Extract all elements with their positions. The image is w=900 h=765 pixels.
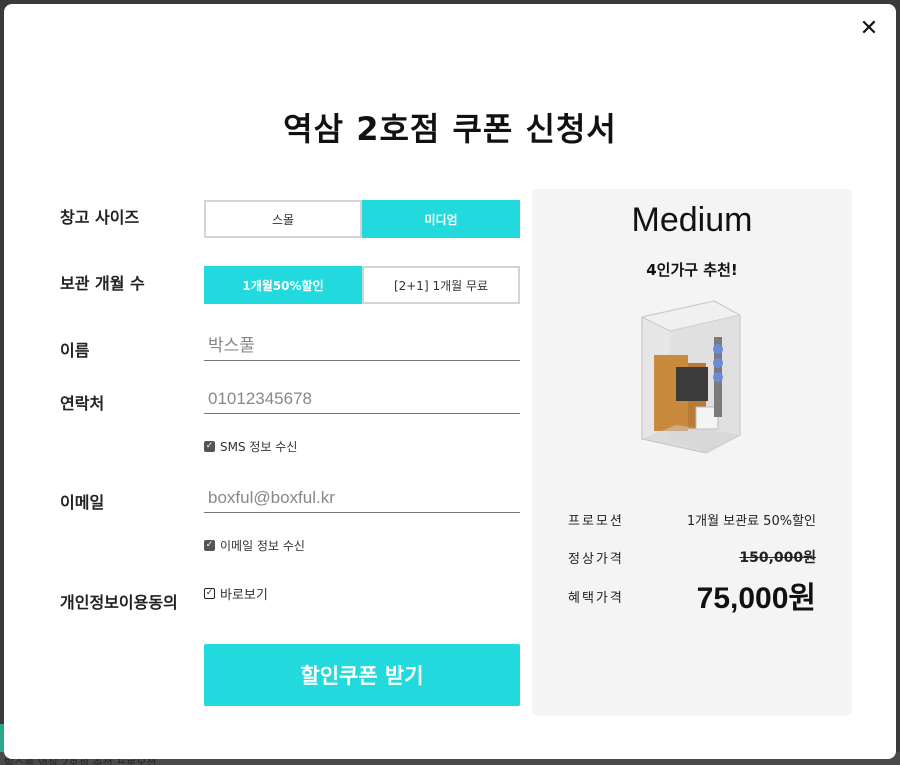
size-option-medium[interactable]: 미디엄 [362, 200, 520, 238]
privacy-view-link[interactable]: 바로보기 [220, 584, 268, 603]
close-icon[interactable]: ✕ [856, 16, 882, 42]
email-consent-label: 이메일 정보 수신 [220, 539, 305, 553]
email-label: 이메일 [60, 493, 105, 512]
size-label: 창고 사이즈 [60, 208, 140, 227]
months-selector: 1개월50%할인 [2+1] 1개월 무료 [204, 266, 520, 304]
coupon-modal: ✕ 역삼 2호점 쿠폰 신청서 창고 사이즈 스몰 미디엄 보관 개월 수 1개… [4, 4, 896, 759]
regular-price-label: 정상가격 [568, 552, 624, 567]
get-coupon-button[interactable]: 할인쿠폰 받기 [204, 644, 520, 706]
regular-price-value: 150,000원 [739, 550, 816, 566]
months-label: 보관 개월 수 [60, 274, 145, 293]
phone-label: 연락처 [60, 394, 105, 413]
checkbox-checked-icon: ✓ [204, 540, 215, 551]
size-option-small[interactable]: 스몰 [204, 200, 362, 238]
summary-panel: Medium 4인가구 추천! 프로모션 1개월 보관료 50%할인 정상가격 … [532, 189, 852, 716]
promotion-value: 1개월 보관료 50%할인 [686, 514, 816, 529]
email-input[interactable] [204, 483, 520, 513]
promotion-label: 프로모션 [568, 514, 624, 529]
size-name: Medium [631, 201, 753, 239]
name-label: 이름 [60, 341, 90, 360]
checkbox-checked-icon: ✓ [204, 441, 215, 452]
months-option-free-month[interactable]: [2+1] 1개월 무료 [362, 266, 520, 304]
modal-title: 역삼 2호점 쿠폰 신청서 [283, 110, 617, 148]
size-selector: 스몰 미디엄 [204, 200, 520, 238]
name-input[interactable] [204, 331, 520, 361]
discount-price-value: 75,000원 [696, 582, 816, 615]
checkbox-checked-icon: ✓ [204, 588, 215, 599]
privacy-consent-checkbox[interactable]: ✓ 바로보기 [204, 584, 268, 603]
sms-consent-label: SMS 정보 수신 [220, 440, 298, 454]
phone-input[interactable] [204, 384, 520, 414]
discount-price-label: 혜택가격 [568, 591, 624, 606]
email-consent-checkbox[interactable]: ✓ 이메일 정보 수신 [204, 537, 305, 554]
privacy-label: 개인정보이용동의 [60, 593, 178, 612]
sms-consent-checkbox[interactable]: ✓ SMS 정보 수신 [204, 438, 297, 455]
recommendation-text: 4인가구 추천! [646, 261, 738, 279]
storage-unit-image [640, 300, 742, 454]
months-option-half-price[interactable]: 1개월50%할인 [204, 266, 362, 304]
